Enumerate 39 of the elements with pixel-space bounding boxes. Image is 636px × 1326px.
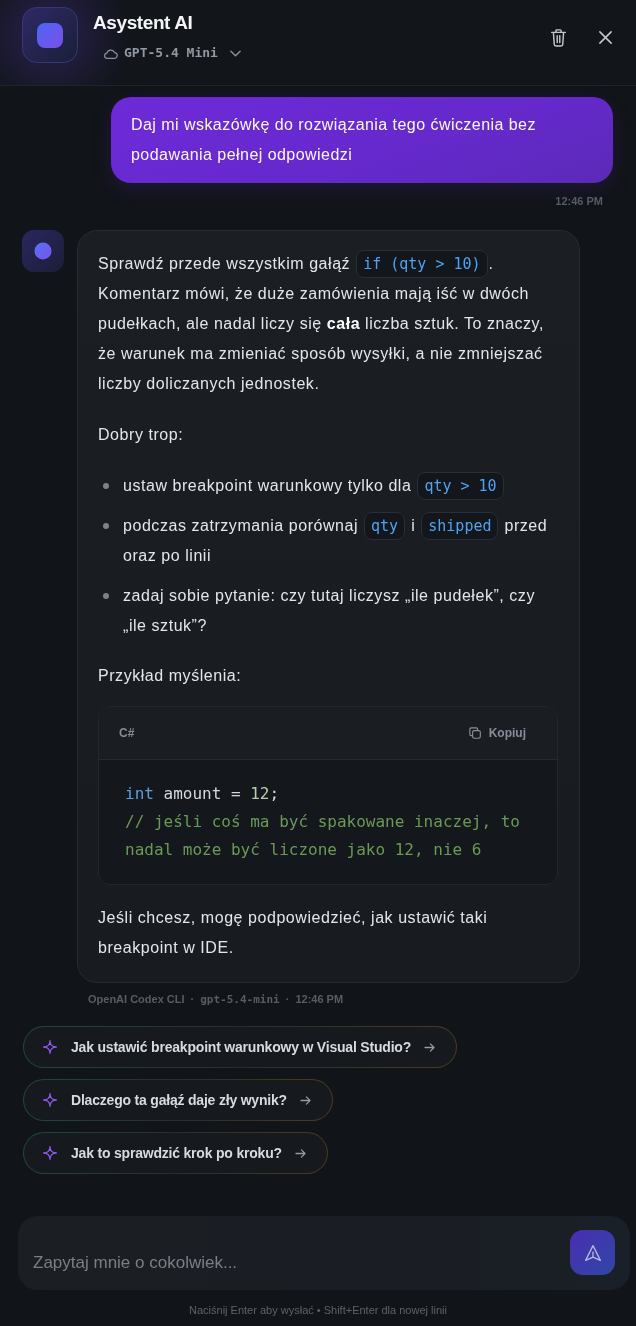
- chevron-down-icon: [229, 49, 241, 57]
- sparkle-icon: [43, 1040, 57, 1054]
- arrow-right-icon: [299, 1095, 311, 1105]
- code-language-label: C#: [119, 726, 135, 740]
- close-icon: [597, 29, 613, 45]
- suggestion-chip[interactable]: Jak to sprawdzić krok po kroku?: [23, 1132, 328, 1174]
- copy-icon: [468, 727, 481, 739]
- code-line: // jeśli coś ma być spakowane inaczej, to nadal może być liczone jako 12, nie 6: [125, 811, 521, 861]
- message-text: Przykład myślenia:: [98, 666, 243, 686]
- code-line: int amount = 12;: [125, 783, 281, 805]
- bullet-icon: [103, 483, 109, 489]
- keyboard-hint: Naciśnij Enter aby wysłać • Shift+Enter dla nowej linii: [188, 1303, 448, 1317]
- list-item-text: ustaw breakpoint warunkowy tylko dla qty > 10: [123, 471, 505, 501]
- bullet-icon: [103, 523, 109, 529]
- message-text: Dobry trop:: [98, 425, 185, 445]
- suggestion-chip[interactable]: Dlaczego ta gałąź daje zły wynik?: [23, 1079, 333, 1121]
- message-text: Jeśli chcesz, mogę podpowiedzieć, jak ustawić taki breakpoint w IDE.: [98, 908, 489, 958]
- avatar-icon: [22, 230, 64, 272]
- message-time: 12:46 PM: [555, 195, 603, 208]
- sparkle-icon: [43, 1146, 57, 1160]
- arrow-right-icon: [424, 1042, 436, 1052]
- message-input[interactable]: Zapytaj mnie o cokolwiek...: [18, 1216, 630, 1290]
- app-title: Asystent AI: [93, 12, 193, 34]
- copy-button[interactable]: Kopiuj: [468, 726, 526, 740]
- bullet-icon: [103, 593, 109, 599]
- message-meta: OpenAI Codex CLI · gpt-5.4-mini · 12:46 PM: [88, 993, 344, 1006]
- cloud-icon: [103, 47, 118, 59]
- user-message: Daj mi wskazówkę do rozwiązania tego ćwiczenia bez podawania pełnej odpowiedzi: [111, 97, 613, 183]
- send-icon: [583, 1243, 602, 1262]
- list-item-text: podczas zatrzymania porównaj qty i shipped przed oraz po linii: [123, 511, 556, 571]
- list-item-text: zadaj sobie pytanie: czy tutaj liczysz „ile pudełek”, czy „ile sztuk”?: [123, 586, 536, 636]
- trash-icon: [549, 27, 567, 47]
- message-text: Sprawdź przede wszystkim gałąź if (qty > 10) . Komentarz mówi, że duże zamówienia mają iść w dwóch pudełkach, ale nadal liczy się cała liczba sztuk. To znaczy, że warunek ma zmieniać sposób wysyłki, a nie zmniejszać liczby doliczanych jednostek.: [98, 249, 558, 399]
- suggestion-chip[interactable]: Jak ustawić breakpoint warunkowy w Visual Studio?: [23, 1026, 458, 1068]
- arrow-right-icon: [294, 1148, 306, 1158]
- send-button[interactable]: [570, 1230, 615, 1275]
- model-selector[interactable]: GPT-5.4 Mini: [103, 44, 241, 62]
- logo-icon: [22, 7, 78, 63]
- sparkle-icon: [43, 1093, 57, 1107]
